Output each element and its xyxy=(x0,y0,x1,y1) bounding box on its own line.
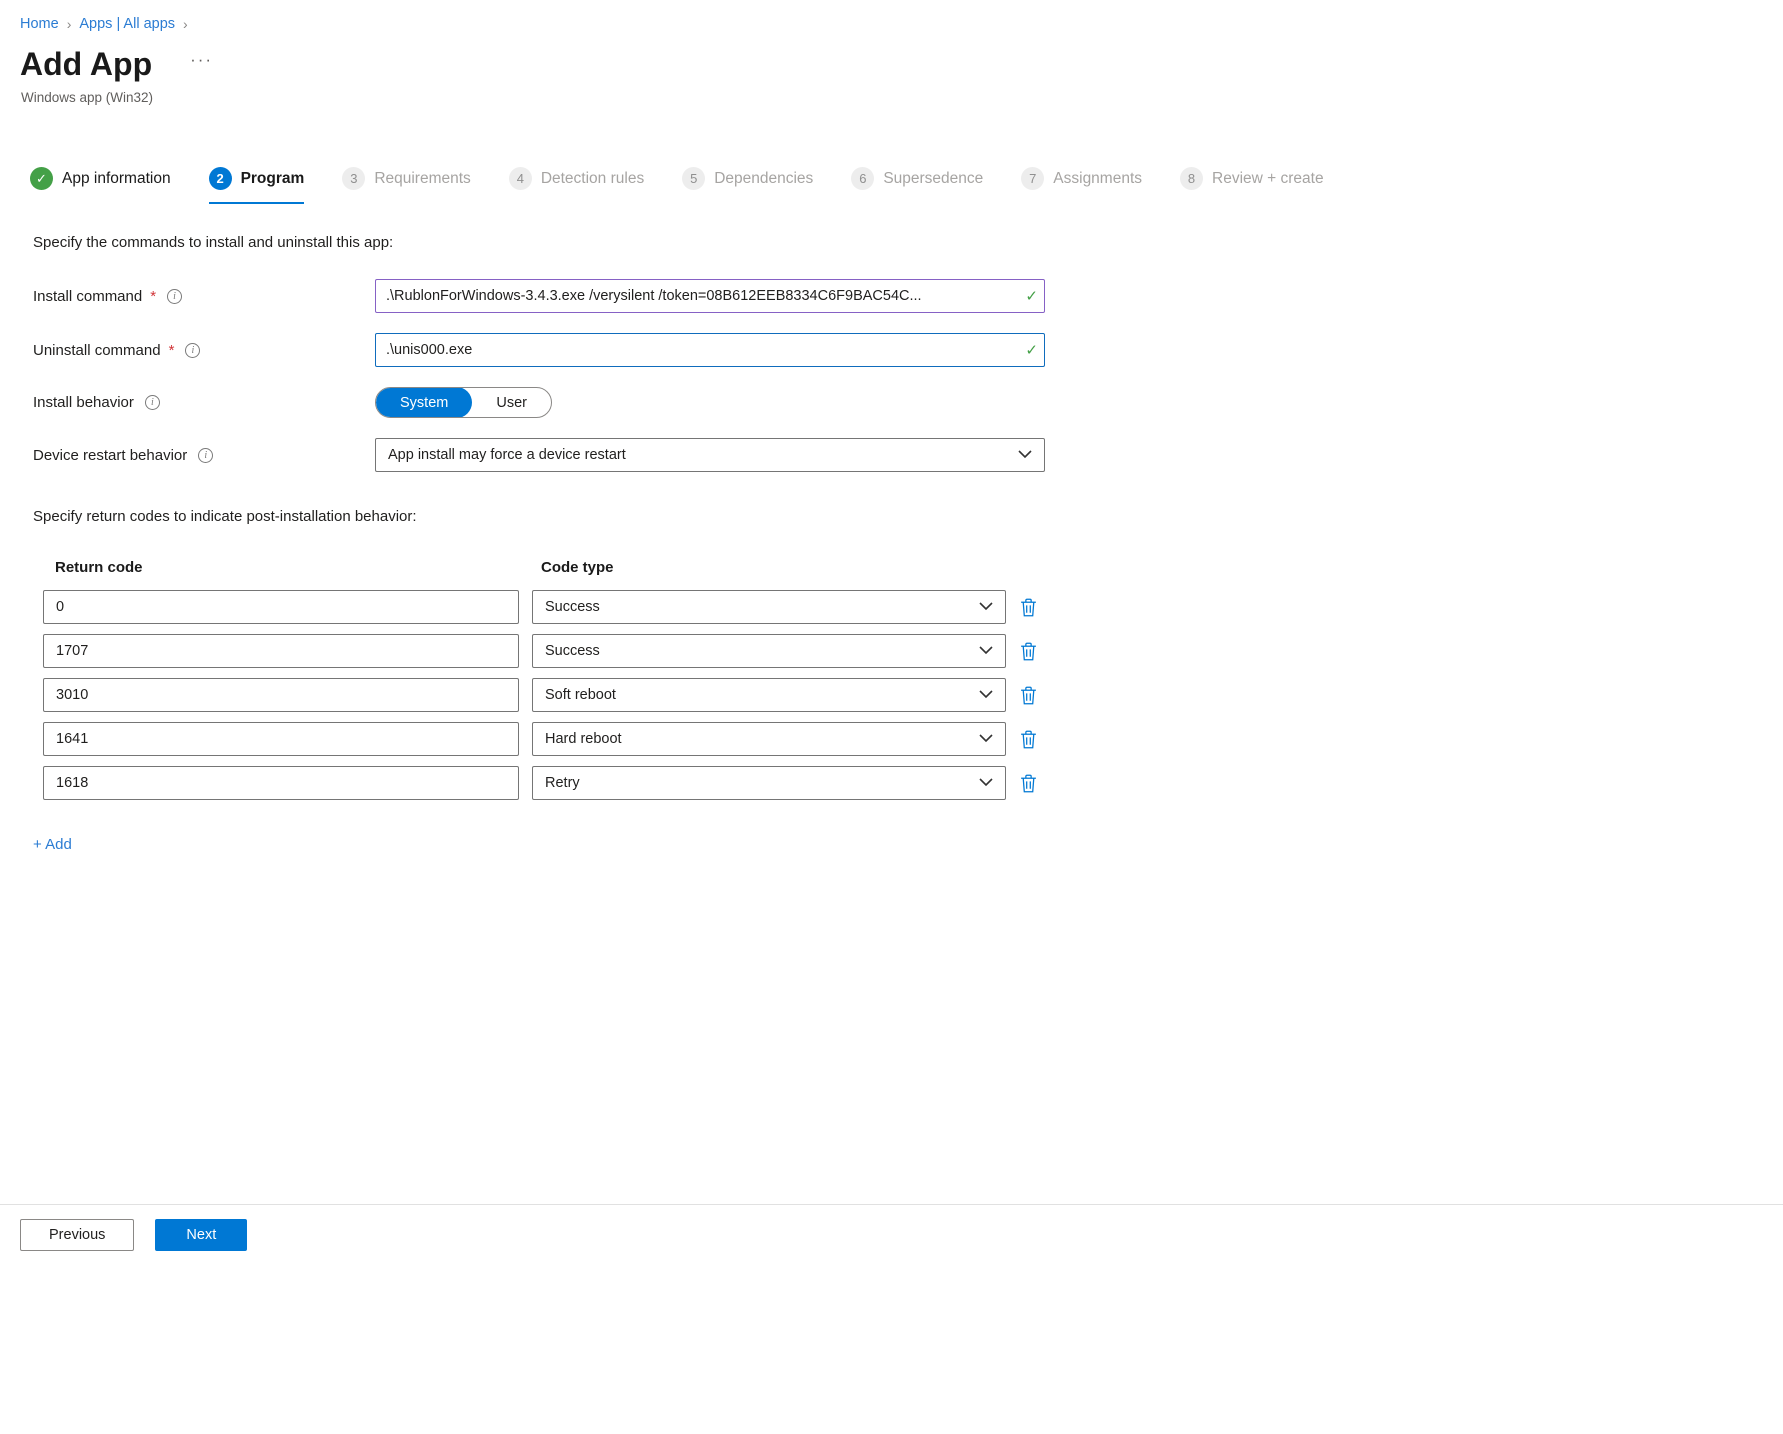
code-type-value: Hard reboot xyxy=(545,731,622,747)
tab-requirements[interactable]: 3 Requirements xyxy=(342,167,471,204)
delete-row-trash-icon[interactable] xyxy=(1018,684,1039,707)
code-type-select[interactable]: Retry xyxy=(532,766,1006,800)
code-type-value: Retry xyxy=(545,775,580,791)
breadcrumb: Home › Apps | All apps › xyxy=(0,0,1783,32)
table-row: Retry xyxy=(43,766,1783,800)
return-codes-headers: Return code Code type xyxy=(55,559,1783,576)
tab-dependencies[interactable]: 5 Dependencies xyxy=(682,167,813,204)
tab-label-assignments: Assignments xyxy=(1053,170,1142,188)
breadcrumb-all-apps[interactable]: Apps | All apps xyxy=(79,16,175,32)
return-code-input[interactable] xyxy=(43,634,519,668)
return-codes-section-title: Specify return codes to indicate post-in… xyxy=(33,508,1783,525)
chevron-down-icon xyxy=(979,599,993,615)
tab-review-create[interactable]: 8 Review + create xyxy=(1180,167,1324,204)
chevron-down-icon xyxy=(979,643,993,659)
device-restart-behavior-label: Device restart behavior i xyxy=(33,447,375,464)
tab-label-supersedence: Supersedence xyxy=(883,170,983,188)
chevron-down-icon xyxy=(979,731,993,747)
install-behavior-user-option[interactable]: User xyxy=(472,387,551,418)
install-command-label-text: Install command xyxy=(33,288,142,305)
return-codes-table: Success Success Soft reboot Hard reboot xyxy=(43,590,1783,800)
table-row: Soft reboot xyxy=(43,678,1783,712)
step-number-icon: 6 xyxy=(851,167,874,190)
code-type-select[interactable]: Success xyxy=(532,590,1006,624)
install-command-info-icon[interactable]: i xyxy=(167,289,182,304)
return-code-input[interactable] xyxy=(43,678,519,712)
tab-label-program: Program xyxy=(241,170,305,188)
tab-label-detection-rules: Detection rules xyxy=(541,170,644,188)
device-restart-behavior-select[interactable]: App install may force a device restart xyxy=(375,438,1045,472)
uninstall-command-input[interactable] xyxy=(375,333,1045,367)
footer-divider: Previous Next xyxy=(0,1204,1783,1251)
step-number-icon: 3 xyxy=(342,167,365,190)
step-complete-check-icon: ✓ xyxy=(30,167,53,190)
return-code-column-header: Return code xyxy=(55,559,541,576)
more-menu-icon[interactable]: ··· xyxy=(190,50,213,70)
install-behavior-system-option[interactable]: System xyxy=(376,387,472,418)
breadcrumb-home[interactable]: Home xyxy=(20,16,59,32)
commands-section-title: Specify the commands to install and unin… xyxy=(33,234,1783,251)
uninstall-command-label: Uninstall command * i xyxy=(33,342,375,359)
install-command-input[interactable] xyxy=(375,279,1045,313)
tab-label-requirements: Requirements xyxy=(374,170,471,188)
step-number-icon: 7 xyxy=(1021,167,1044,190)
install-behavior-label: Install behavior i xyxy=(33,394,375,411)
code-type-column-header: Code type xyxy=(541,559,614,576)
code-type-select[interactable]: Soft reboot xyxy=(532,678,1006,712)
required-asterisk: * xyxy=(169,342,175,359)
breadcrumb-separator-icon: › xyxy=(67,16,72,32)
delete-row-trash-icon[interactable] xyxy=(1018,596,1039,619)
chevron-down-icon xyxy=(979,775,993,791)
uninstall-command-label-text: Uninstall command xyxy=(33,342,161,359)
required-asterisk: * xyxy=(150,288,156,305)
code-type-select[interactable]: Success xyxy=(532,634,1006,668)
device-restart-behavior-value: App install may force a device restart xyxy=(388,447,626,463)
breadcrumb-separator-icon: › xyxy=(183,16,188,32)
install-command-valid-check-icon: ✓ xyxy=(1025,287,1038,305)
install-behavior-toggle: System User xyxy=(375,387,552,418)
code-type-value: Success xyxy=(545,599,600,615)
tab-label-app-information: App information xyxy=(62,170,171,188)
wizard-tabs: ✓ App information 2 Program 3 Requiremen… xyxy=(30,167,1783,204)
tab-supersedence[interactable]: 6 Supersedence xyxy=(851,167,983,204)
delete-row-trash-icon[interactable] xyxy=(1018,772,1039,795)
chevron-down-icon xyxy=(1018,447,1032,463)
next-button[interactable]: Next xyxy=(155,1219,247,1251)
delete-row-trash-icon[interactable] xyxy=(1018,728,1039,751)
code-type-select[interactable]: Hard reboot xyxy=(532,722,1006,756)
tab-label-dependencies: Dependencies xyxy=(714,170,813,188)
tab-app-information[interactable]: ✓ App information xyxy=(30,167,171,204)
chevron-down-icon xyxy=(979,687,993,703)
uninstall-command-valid-check-icon: ✓ xyxy=(1025,341,1038,359)
install-behavior-info-icon[interactable]: i xyxy=(145,395,160,410)
step-number-icon: 2 xyxy=(209,167,232,190)
add-return-code-link[interactable]: + Add xyxy=(33,836,72,853)
tab-assignments[interactable]: 7 Assignments xyxy=(1021,167,1142,204)
step-number-icon: 8 xyxy=(1180,167,1203,190)
uninstall-command-info-icon[interactable]: i xyxy=(185,343,200,358)
device-restart-behavior-label-text: Device restart behavior xyxy=(33,447,187,464)
delete-row-trash-icon[interactable] xyxy=(1018,640,1039,663)
code-type-value: Success xyxy=(545,643,600,659)
table-row: Success xyxy=(43,590,1783,624)
device-restart-behavior-info-icon[interactable]: i xyxy=(198,448,213,463)
return-code-input[interactable] xyxy=(43,722,519,756)
previous-button[interactable]: Previous xyxy=(20,1219,134,1251)
return-code-input[interactable] xyxy=(43,766,519,800)
return-code-input[interactable] xyxy=(43,590,519,624)
page-subtitle: Windows app (Win32) xyxy=(21,90,1783,105)
table-row: Success xyxy=(43,634,1783,668)
step-number-icon: 5 xyxy=(682,167,705,190)
code-type-value: Soft reboot xyxy=(545,687,616,703)
tab-detection-rules[interactable]: 4 Detection rules xyxy=(509,167,644,204)
install-command-label: Install command * i xyxy=(33,288,375,305)
step-number-icon: 4 xyxy=(509,167,532,190)
page-title: Add App xyxy=(20,46,152,83)
table-row: Hard reboot xyxy=(43,722,1783,756)
install-behavior-label-text: Install behavior xyxy=(33,394,134,411)
tab-program[interactable]: 2 Program xyxy=(209,167,305,204)
tab-label-review-create: Review + create xyxy=(1212,170,1324,188)
